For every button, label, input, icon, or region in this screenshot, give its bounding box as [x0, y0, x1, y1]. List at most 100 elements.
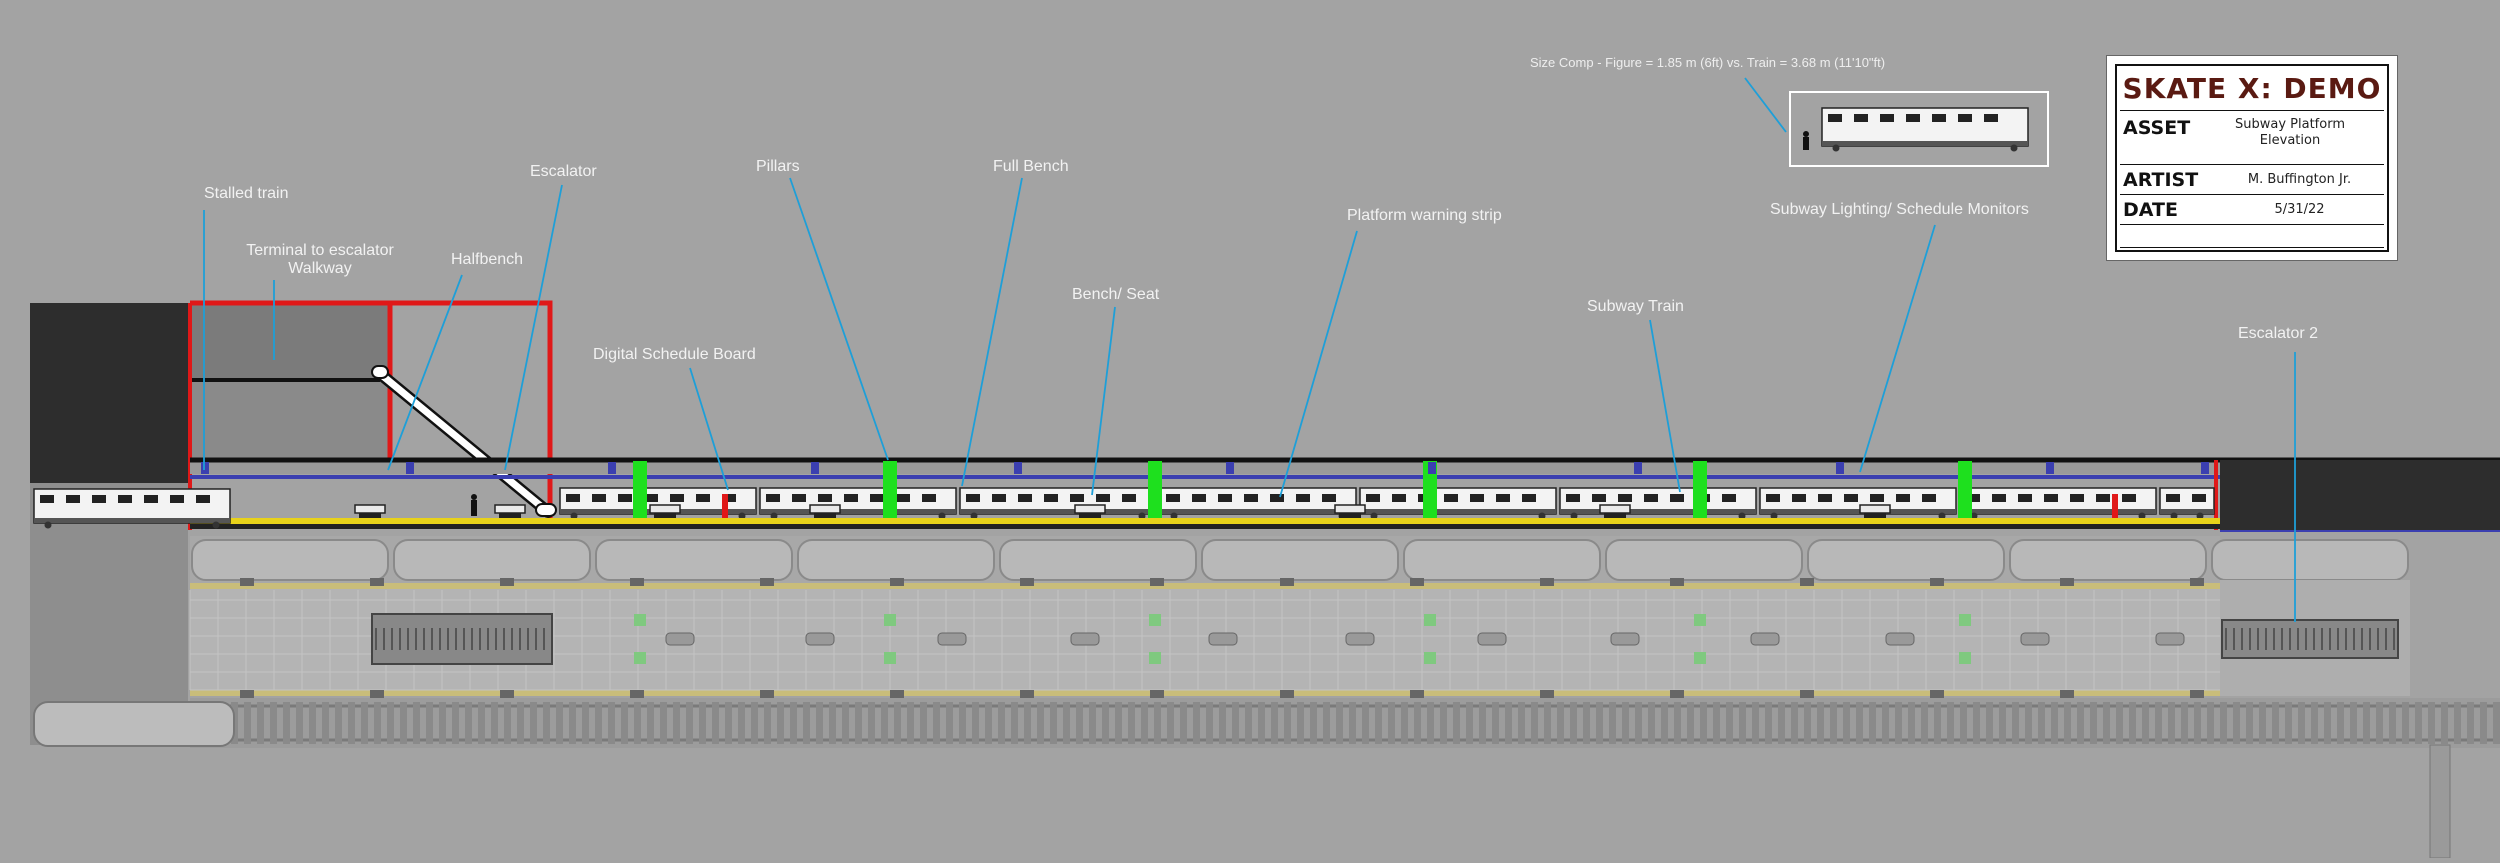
- callout-leader: [1859, 224, 1936, 473]
- digital-schedule-board: [722, 494, 728, 518]
- plan-pillar: [634, 614, 646, 626]
- stalled-train: [33, 488, 231, 529]
- bench: [1859, 504, 1891, 514]
- subway-train-car: [759, 487, 957, 520]
- pillar: [883, 461, 897, 518]
- pillar: [1148, 461, 1162, 518]
- light-monitor: [1226, 462, 1234, 474]
- title-block: SKATE X: DEMO ASSET Subway Platform Elev…: [2106, 55, 2398, 261]
- callout-full-bench: Full Bench: [993, 158, 1069, 175]
- pillar: [633, 461, 647, 518]
- plan-bench: [1345, 632, 1375, 646]
- callout-leader: [504, 184, 563, 471]
- plan-train-car: [2211, 539, 2409, 581]
- callout-digital-schedule-board: Digital Schedule Board: [593, 346, 756, 363]
- light-monitor: [1428, 462, 1436, 474]
- left-plan-train: [33, 701, 235, 747]
- callout-leader: [1744, 77, 1787, 133]
- callout-escalator-2: Escalator 2: [2238, 325, 2319, 342]
- light-monitor: [811, 462, 819, 474]
- plan-bench: [665, 632, 695, 646]
- plan-bench: [937, 632, 967, 646]
- plan-train-car: [595, 539, 793, 581]
- plan-train-car: [1403, 539, 1601, 581]
- plan-train-car: [191, 539, 389, 581]
- bench: [1599, 504, 1631, 514]
- bottom-rails: [190, 698, 2500, 748]
- platform-warning-strip: [190, 518, 2220, 524]
- light-monitor: [201, 462, 209, 474]
- artist-value: M. Buffington Jr.: [2247, 172, 2352, 187]
- bench: [494, 504, 526, 514]
- plan-bench: [2020, 632, 2050, 646]
- callout-leader: [1279, 230, 1358, 498]
- subway-train-car: [1559, 487, 1757, 520]
- plan-pillar: [884, 652, 896, 664]
- plan-train-car: [1807, 539, 2005, 581]
- size-comp-figure-icon: [1803, 131, 1809, 150]
- title-block-artist-row: ARTIST M. Buffington Jr.: [2120, 164, 2384, 195]
- asset-label: ASSET: [2123, 117, 2191, 139]
- light-monitor: [1634, 462, 1642, 474]
- date-value: 5/31/22: [2274, 202, 2325, 217]
- light-monitor: [2046, 462, 2054, 474]
- digital-schedule-board: [2112, 494, 2118, 518]
- right-support-post: [2429, 744, 2451, 859]
- plan-pillar: [1694, 614, 1706, 626]
- bench: [1334, 504, 1366, 514]
- title-block-date-row: DATE 5/31/22: [2120, 194, 2384, 225]
- plan-bench: [1885, 632, 1915, 646]
- callout-stalled-train: Stalled train: [204, 185, 289, 202]
- plan-bench: [1070, 632, 1100, 646]
- artist-label: ARTIST: [2123, 169, 2199, 191]
- light-monitor: [608, 462, 616, 474]
- plan-pillar: [1424, 614, 1436, 626]
- plan-bench: [1750, 632, 1780, 646]
- callout-leader: [789, 177, 889, 461]
- size-comp-train-car: [1821, 107, 2029, 152]
- subway-train-car: [1959, 487, 2157, 520]
- bench: [809, 504, 841, 514]
- plan-train-car: [1605, 539, 1803, 581]
- callout-leader: [961, 177, 1023, 487]
- subway-train-car: [959, 487, 1157, 520]
- plan-train-car: [999, 539, 1197, 581]
- plan-bench: [805, 632, 835, 646]
- bench: [354, 504, 386, 514]
- plan-pillar: [1149, 614, 1161, 626]
- callout-subway-train: Subway Train: [1587, 298, 1684, 315]
- callout-halfbench: Halfbench: [451, 251, 524, 268]
- callout-terminal-walkway-text: Terminal to escalator Walkway: [246, 242, 394, 277]
- right-dark-wall: [2220, 460, 2500, 530]
- plan-train-car: [797, 539, 995, 581]
- size-comp-box: [1789, 91, 2049, 167]
- callout-escalator: Escalator: [530, 163, 597, 180]
- light-monitor: [1014, 462, 1022, 474]
- plan-bench: [2155, 632, 2185, 646]
- date-label: DATE: [2123, 199, 2178, 221]
- subway-platform-elevation: Stalled train Terminal to escalator Walk…: [0, 0, 2500, 859]
- plan-train-car: [2009, 539, 2207, 581]
- stalled-train-car: [33, 488, 231, 529]
- left-dark-wall: [30, 303, 188, 483]
- pillar: [1958, 461, 1972, 518]
- callout-pillars: Pillars: [756, 158, 800, 175]
- title-block-asset-row: ASSET Subway Platform Elevation: [2120, 110, 2384, 165]
- size-comp-caption: Size Comp - Figure = 1.85 m (6ft) vs. Tr…: [1530, 55, 1886, 70]
- figure-icon: [471, 494, 477, 500]
- subway-train-car: [2159, 487, 2215, 520]
- title-block-blank-row: [2120, 224, 2384, 248]
- bench: [1074, 504, 1106, 514]
- plan-pillar: [884, 614, 896, 626]
- walkway-room-lower: [190, 380, 390, 460]
- subway-train-car: [1159, 487, 1357, 520]
- title-block-frame: SKATE X: DEMO ASSET Subway Platform Elev…: [2115, 64, 2389, 252]
- plan-bench: [1477, 632, 1507, 646]
- plan-pillar: [1694, 652, 1706, 664]
- subway-train-car: [1359, 487, 1557, 520]
- light-monitor: [2201, 462, 2209, 474]
- subway-train-car: [1759, 487, 1957, 520]
- plan-pillar: [1149, 652, 1161, 664]
- plan-pillar: [1959, 652, 1971, 664]
- callout-platform-warning-strip: Platform warning strip: [1347, 207, 1502, 224]
